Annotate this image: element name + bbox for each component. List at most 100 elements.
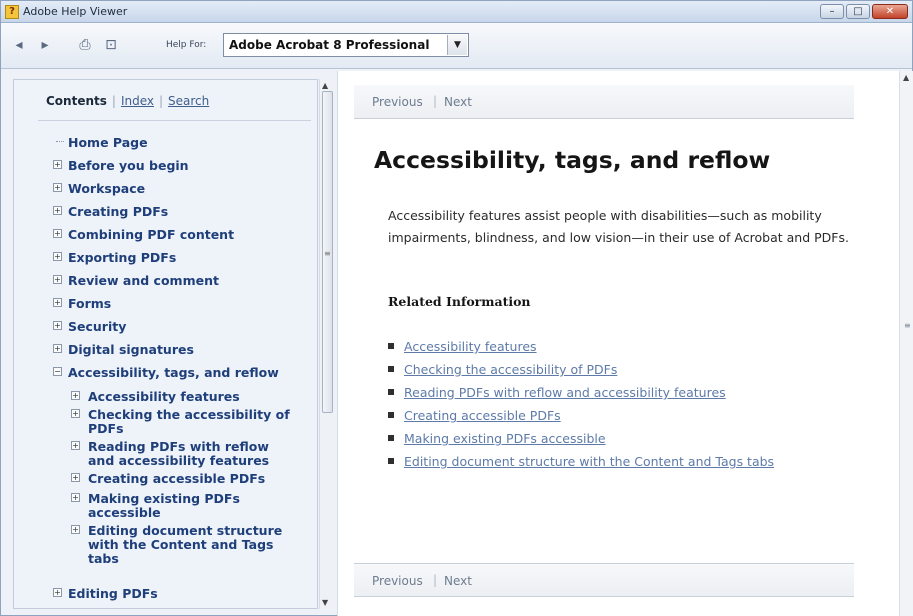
tab-index[interactable]: Index bbox=[121, 94, 154, 108]
topic-description: Accessibility features assist people wit… bbox=[388, 208, 849, 245]
content-scrollbar[interactable]: ▲ ≡ bbox=[899, 71, 913, 616]
expand-plus-icon[interactable]: + bbox=[53, 321, 62, 330]
info-button[interactable]: ⊡ bbox=[101, 35, 121, 55]
expand-plus-icon[interactable]: + bbox=[53, 275, 62, 284]
help-viewer-window: ? Adobe Help Viewer – □ ✕ ◂ ▸ ⎙ ⊡ Help F… bbox=[0, 0, 913, 616]
help-for-select[interactable]: Adobe Acrobat 8 Professional ▼ bbox=[223, 33, 469, 57]
expand-plus-icon[interactable]: + bbox=[53, 229, 62, 238]
toc-item-label: Forms bbox=[68, 296, 112, 311]
nav-separator: | bbox=[433, 94, 438, 108]
next-link[interactable]: Next bbox=[444, 574, 472, 588]
topic-content: Previous | Next Accessibility, tags, and… bbox=[337, 71, 899, 616]
expand-plus-icon[interactable]: + bbox=[53, 588, 62, 597]
related-link[interactable]: Editing document structure with the Cont… bbox=[404, 452, 824, 471]
toc-item-label: Accessibility features bbox=[88, 389, 240, 404]
topic-nav-top: Previous | Next bbox=[354, 85, 854, 119]
toc-item-label-line2: PDFs bbox=[88, 421, 124, 436]
scrollbar-grip-icon[interactable]: ≡ bbox=[904, 321, 911, 330]
maximize-button[interactable]: □ bbox=[846, 4, 870, 19]
title-bar: ? Adobe Help Viewer – □ ✕ bbox=[1, 1, 912, 23]
tab-contents[interactable]: Contents bbox=[46, 94, 107, 108]
toc-item-label-line2: with the Content and Tags bbox=[88, 537, 274, 552]
expand-plus-icon[interactable]: + bbox=[53, 160, 62, 169]
bullet bbox=[388, 343, 394, 349]
toc-item-label-line2: and accessibility features bbox=[88, 453, 270, 468]
forward-arrow-icon: ▸ bbox=[41, 37, 49, 53]
related-link[interactable]: Making existing PDFs accessible bbox=[404, 429, 824, 448]
related-link[interactable]: Checking the accessibility of PDFs bbox=[404, 360, 824, 379]
window-title: Adobe Help Viewer bbox=[23, 5, 128, 18]
expand-plus-icon[interactable]: + bbox=[53, 183, 62, 192]
toc-item-label-line3: tabs bbox=[88, 551, 119, 566]
toc-item-label: Creating PDFs bbox=[68, 204, 169, 219]
previous-link[interactable]: Previous bbox=[372, 574, 423, 588]
scroll-up-arrow-icon[interactable]: ▲ bbox=[903, 73, 909, 82]
toc-item-label: Home Page bbox=[68, 135, 148, 150]
scroll-up-arrow-icon[interactable]: ▲ bbox=[322, 81, 328, 90]
expand-plus-icon[interactable]: + bbox=[71, 391, 80, 400]
tab-search[interactable]: Search bbox=[168, 94, 209, 108]
maximize-icon: □ bbox=[853, 6, 863, 17]
back-arrow-icon: ◂ bbox=[15, 37, 23, 53]
related-link[interactable]: Creating accessible PDFs bbox=[404, 406, 824, 425]
scroll-down-arrow-icon[interactable]: ▼ bbox=[322, 598, 328, 607]
toc-item-label: Reading PDFs with reflow bbox=[88, 439, 269, 454]
bullet bbox=[388, 389, 394, 395]
toc-item-label: Workspace bbox=[68, 181, 146, 196]
toc-item-label: Making existing PDFs bbox=[88, 491, 240, 506]
bullet bbox=[388, 412, 394, 418]
contents-pane: Contents | Index | Search Home Page + Before… bbox=[13, 79, 318, 609]
collapse-minus-icon[interactable]: − bbox=[53, 367, 62, 376]
expand-plus-icon[interactable]: + bbox=[71, 525, 80, 534]
expand-plus-icon[interactable]: + bbox=[71, 493, 80, 502]
toc-item-label-line2: accessible bbox=[88, 505, 161, 520]
splitter-grip-icon[interactable]: ≡ bbox=[324, 249, 331, 258]
toc-item-label: Editing document structure bbox=[88, 523, 283, 538]
toc-item-label: Digital signatures bbox=[68, 342, 194, 357]
toc-item-label: Editing PDFs bbox=[68, 586, 158, 601]
chevron-down-icon[interactable]: ▼ bbox=[447, 35, 467, 55]
expand-plus-icon[interactable]: + bbox=[71, 473, 80, 482]
tab-separator: | bbox=[111, 94, 116, 108]
topic-nav-bottom: Previous | Next bbox=[354, 563, 854, 597]
tab-separator: | bbox=[158, 94, 164, 108]
toc-item-label: Security bbox=[68, 319, 127, 334]
toc-item-label: Combining PDF content bbox=[68, 227, 235, 242]
divider bbox=[38, 120, 311, 121]
tree-connector bbox=[56, 141, 64, 142]
forward-button[interactable]: ▸ bbox=[35, 35, 55, 55]
help-app-icon: ? bbox=[5, 5, 19, 19]
related-information-heading: Related Information bbox=[388, 294, 531, 309]
bullet bbox=[388, 366, 394, 372]
help-for-value: Adobe Acrobat 8 Professional bbox=[229, 38, 430, 52]
related-link[interactable]: Reading PDFs with reflow and accessibili… bbox=[404, 383, 824, 402]
expand-plus-icon[interactable]: + bbox=[53, 344, 62, 353]
expand-plus-icon[interactable]: + bbox=[71, 441, 80, 450]
previous-link[interactable]: Previous bbox=[372, 95, 423, 109]
print-button[interactable]: ⎙ bbox=[75, 35, 95, 55]
expand-plus-icon[interactable]: + bbox=[53, 252, 62, 261]
minimize-button[interactable]: – bbox=[820, 4, 844, 19]
toolbar: ◂ ▸ ⎙ ⊡ Help For: Adobe Acrobat 8 Profes… bbox=[1, 23, 912, 69]
page-title: Accessibility, tags, and reflow bbox=[374, 146, 771, 174]
minimize-icon: – bbox=[829, 6, 835, 17]
nav-separator: | bbox=[433, 573, 438, 587]
next-link[interactable]: Next bbox=[444, 95, 472, 109]
contents-scrollbar[interactable]: ▲ ≡ ▼ bbox=[319, 79, 334, 609]
bullet bbox=[388, 458, 394, 464]
expand-plus-icon[interactable]: + bbox=[53, 298, 62, 307]
help-for-label: Help For: bbox=[166, 40, 207, 50]
toc-item-label: Accessibility, tags, and reflow bbox=[68, 365, 279, 380]
bullet bbox=[388, 435, 394, 441]
close-button[interactable]: ✕ bbox=[872, 4, 908, 19]
toc-item-label: Creating accessible PDFs bbox=[88, 471, 266, 486]
close-icon: ✕ bbox=[885, 6, 895, 17]
toc-item-label: Exporting PDFs bbox=[68, 250, 177, 265]
toc-item-label: Before you begin bbox=[68, 158, 189, 173]
related-link[interactable]: Accessibility features bbox=[404, 337, 824, 356]
expand-plus-icon[interactable]: + bbox=[53, 206, 62, 215]
back-button[interactable]: ◂ bbox=[9, 35, 29, 55]
toc-item-label: Review and comment bbox=[68, 273, 219, 288]
expand-plus-icon[interactable]: + bbox=[71, 409, 80, 418]
pane-tabs: Contents | Index | Search bbox=[46, 94, 209, 108]
